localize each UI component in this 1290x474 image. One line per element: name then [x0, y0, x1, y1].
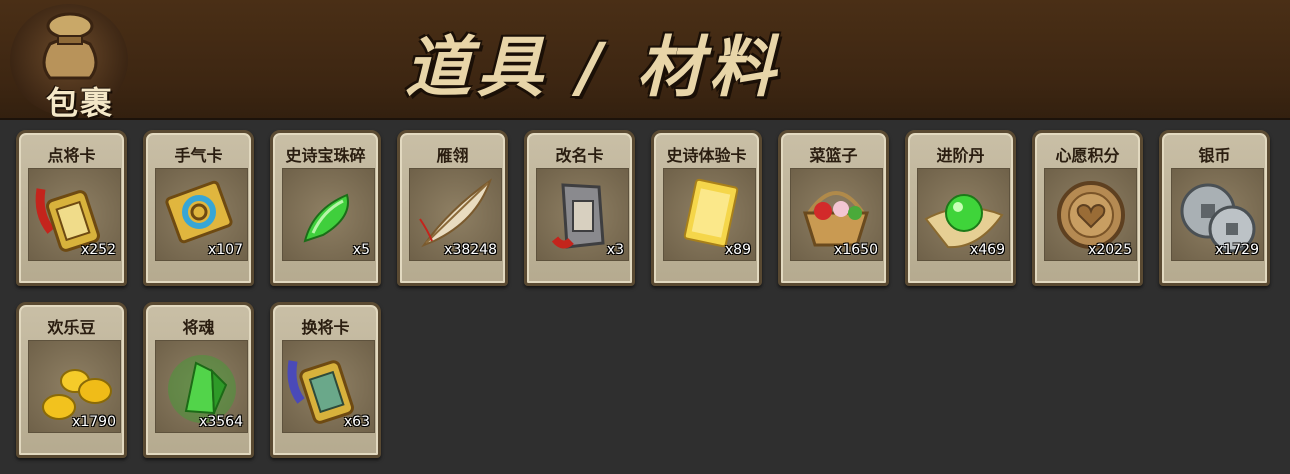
item-count: x1650 — [834, 242, 878, 258]
item-slot-general-soul[interactable]: 将魂 x3564 — [143, 302, 254, 458]
item-name: 银币 — [1198, 146, 1231, 165]
epic-gem-shard-icon: x5 — [282, 168, 375, 261]
item-count: x2025 — [1088, 242, 1132, 258]
item-count: x89 — [724, 242, 751, 258]
general-soul-icon: x3564 — [155, 340, 248, 433]
item-slot-epic-gem-shard[interactable]: 史诗宝珠碎 x5 — [270, 130, 381, 286]
general-card-icon: x252 — [28, 168, 121, 261]
item-slot-silver-coin[interactable]: 银币 x1729 — [1159, 130, 1270, 286]
bag-icon[interactable]: 包裹 — [10, 4, 128, 122]
item-name: 心愿积分 — [1055, 146, 1120, 165]
silver-coin-icon: x1729 — [1171, 168, 1264, 261]
item-name: 改名卡 — [555, 146, 604, 165]
swap-general-card-icon: x63 — [282, 340, 375, 433]
item-count: x38248 — [444, 242, 497, 258]
item-count: x252 — [80, 242, 116, 258]
item-slot-swap-general-card[interactable]: 换将卡 x63 — [270, 302, 381, 458]
item-slot-basket[interactable]: 菜篮子 x1650 — [778, 130, 889, 286]
page-title: 道具 / 材料 — [405, 29, 782, 106]
item-slot-luck-card[interactable]: 手气卡 x107 — [143, 130, 254, 286]
item-count: x1729 — [1215, 242, 1259, 258]
item-name: 手气卡 — [174, 146, 223, 165]
item-count: x469 — [969, 242, 1005, 258]
item-slot-advance-pill[interactable]: 进阶丹 x469 — [905, 130, 1016, 286]
item-name: 进阶丹 — [936, 146, 985, 165]
item-slot-happy-beans[interactable]: 欢乐豆 x1790 — [16, 302, 127, 458]
item-count: x1790 — [72, 414, 116, 430]
luck-card-icon: x107 — [155, 168, 248, 261]
header-bar: 包裹 道具 / 材料 — [0, 0, 1290, 122]
item-name: 史诗体验卡 — [666, 146, 747, 165]
rename-card-icon: x3 — [536, 168, 629, 261]
item-count: x63 — [343, 414, 370, 430]
item-name: 欢乐豆 — [47, 318, 96, 337]
feather-icon: x38248 — [409, 168, 502, 261]
item-count: x3 — [606, 242, 624, 258]
item-slot-general-card[interactable]: 点将卡 x252 — [16, 130, 127, 286]
item-count: x3564 — [199, 414, 243, 430]
item-name: 点将卡 — [47, 146, 96, 165]
item-slot-wish-points[interactable]: 心愿积分 x2025 — [1032, 130, 1143, 286]
basket-icon: x1650 — [790, 168, 883, 261]
wish-points-coin-icon: x2025 — [1044, 168, 1137, 261]
epic-trial-card-icon: x89 — [663, 168, 756, 261]
item-name: 雁翎 — [436, 146, 469, 165]
advance-pill-icon: x469 — [917, 168, 1010, 261]
happy-beans-icon: x1790 — [28, 340, 121, 433]
item-slot-feather[interactable]: 雁翎 x38248 — [397, 130, 508, 286]
item-count: x5 — [352, 242, 370, 258]
item-name: 史诗宝珠碎 — [285, 146, 366, 165]
item-slot-epic-trial-card[interactable]: 史诗体验卡 x89 — [651, 130, 762, 286]
item-count: x107 — [207, 242, 243, 258]
item-name: 菜篮子 — [809, 146, 858, 165]
item-slot-rename-card[interactable]: 改名卡 x3 — [524, 130, 635, 286]
item-name: 将魂 — [182, 318, 215, 337]
bag-label: 包裹 — [45, 84, 114, 122]
item-name: 换将卡 — [301, 318, 350, 337]
